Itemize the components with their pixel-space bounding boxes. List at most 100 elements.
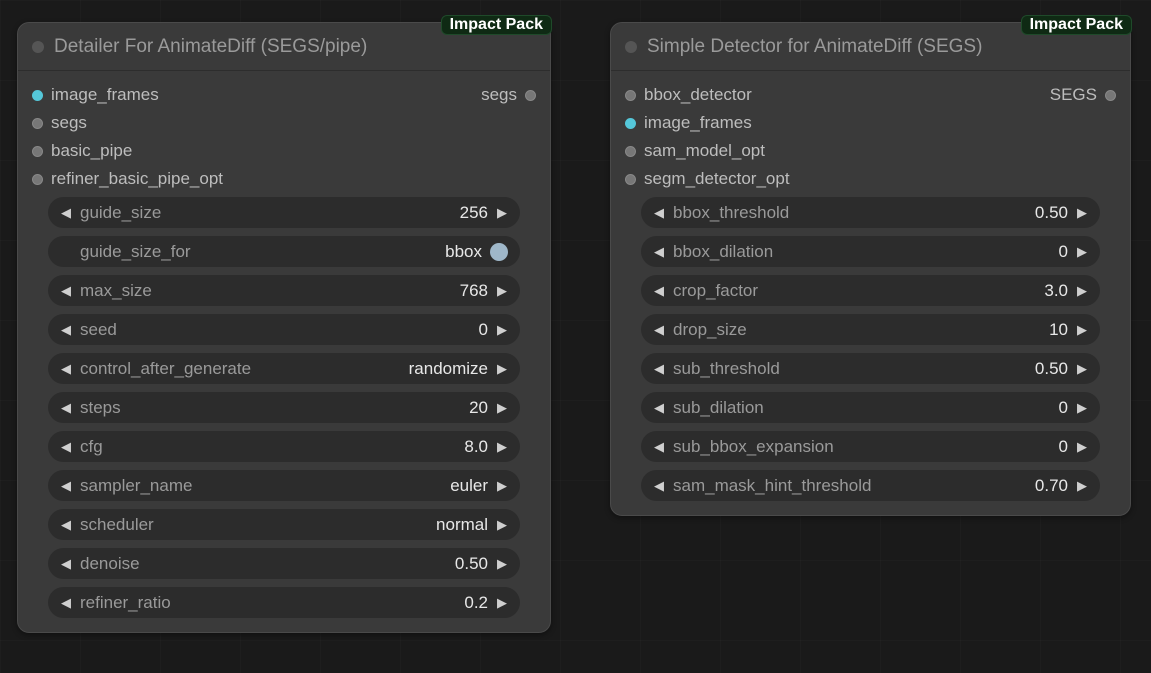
increment-icon[interactable]: ▶ xyxy=(1076,283,1088,299)
input-socket-icon[interactable] xyxy=(32,174,43,185)
input-label: segs xyxy=(51,113,87,133)
widget-value[interactable]: normal xyxy=(436,515,488,535)
widget-crop-factor[interactable]: ◀ crop_factor 3.0 ▶ xyxy=(641,275,1100,306)
input-socket-icon[interactable] xyxy=(32,90,43,101)
decrement-icon[interactable]: ◀ xyxy=(60,595,72,611)
increment-icon[interactable]: ▶ xyxy=(496,517,508,533)
widget-sub-dilation[interactable]: ◀ sub_dilation 0 ▶ xyxy=(641,392,1100,423)
increment-icon[interactable]: ▶ xyxy=(496,283,508,299)
decrement-icon[interactable]: ◀ xyxy=(653,205,665,221)
increment-icon[interactable]: ▶ xyxy=(496,439,508,455)
widget-denoise[interactable]: ◀ denoise 0.50 ▶ xyxy=(48,548,520,579)
widget-value[interactable]: 3.0 xyxy=(1044,281,1068,301)
decrement-icon[interactable]: ◀ xyxy=(60,361,72,377)
widget-max-size[interactable]: ◀ max_size 768 ▶ xyxy=(48,275,520,306)
decrement-icon[interactable]: ◀ xyxy=(60,556,72,572)
widget-value[interactable]: 0.50 xyxy=(455,554,488,574)
widget-value[interactable]: 0.50 xyxy=(1035,359,1068,379)
increment-icon[interactable]: ▶ xyxy=(1076,244,1088,260)
increment-icon[interactable]: ▶ xyxy=(1076,400,1088,416)
widget-scheduler[interactable]: ◀ scheduler normal ▶ xyxy=(48,509,520,540)
input-segm-detector-opt[interactable]: segm_detector_opt xyxy=(621,165,1120,193)
toggle-icon[interactable] xyxy=(490,243,508,261)
input-image-frames[interactable]: image_frames xyxy=(621,109,1120,137)
widget-sub-threshold[interactable]: ◀ sub_threshold 0.50 ▶ xyxy=(641,353,1100,384)
collapse-dot-icon[interactable] xyxy=(32,41,44,53)
widget-value[interactable]: randomize xyxy=(409,359,488,379)
input-socket-icon[interactable] xyxy=(625,90,636,101)
widget-bbox-threshold[interactable]: ◀ bbox_threshold 0.50 ▶ xyxy=(641,197,1100,228)
widget-refiner-ratio[interactable]: ◀ refiner_ratio 0.2 ▶ xyxy=(48,587,520,618)
widget-value[interactable]: 768 xyxy=(460,281,488,301)
widget-value[interactable]: 20 xyxy=(469,398,488,418)
decrement-icon[interactable]: ◀ xyxy=(60,517,72,533)
decrement-icon[interactable]: ◀ xyxy=(60,478,72,494)
widget-guide-size-for[interactable]: ◀ guide_size_for bbox xyxy=(48,236,520,267)
input-sam-model-opt[interactable]: sam_model_opt xyxy=(621,137,1120,165)
decrement-icon[interactable]: ◀ xyxy=(653,283,665,299)
widget-sam-mask-hint-threshold[interactable]: ◀ sam_mask_hint_threshold 0.70 ▶ xyxy=(641,470,1100,501)
widget-bbox-dilation[interactable]: ◀ bbox_dilation 0 ▶ xyxy=(641,236,1100,267)
increment-icon[interactable]: ▶ xyxy=(1076,361,1088,377)
decrement-icon[interactable]: ◀ xyxy=(60,439,72,455)
widget-drop-size[interactable]: ◀ drop_size 10 ▶ xyxy=(641,314,1100,345)
decrement-icon[interactable]: ◀ xyxy=(653,400,665,416)
decrement-icon[interactable]: ◀ xyxy=(60,400,72,416)
output-socket-icon[interactable] xyxy=(1105,90,1116,101)
increment-icon[interactable]: ▶ xyxy=(496,595,508,611)
widget-value[interactable]: 256 xyxy=(460,203,488,223)
widget-value[interactable]: 0.50 xyxy=(1035,203,1068,223)
widget-control-after-generate[interactable]: ◀ control_after_generate randomize ▶ xyxy=(48,353,520,384)
widget-sampler-name[interactable]: ◀ sampler_name euler ▶ xyxy=(48,470,520,501)
decrement-icon[interactable]: ◀ xyxy=(653,244,665,260)
input-socket-icon[interactable] xyxy=(625,174,636,185)
widget-value[interactable]: 0.2 xyxy=(464,593,488,613)
increment-icon[interactable]: ▶ xyxy=(496,361,508,377)
decrement-icon[interactable]: ◀ xyxy=(653,322,665,338)
output-socket-icon[interactable] xyxy=(525,90,536,101)
widget-seed[interactable]: ◀ seed 0 ▶ xyxy=(48,314,520,345)
input-image-frames[interactable]: image_frames segs xyxy=(28,81,540,109)
input-socket-icon[interactable] xyxy=(32,146,43,157)
decrement-icon[interactable]: ◀ xyxy=(60,205,72,221)
decrement-icon[interactable]: ◀ xyxy=(653,478,665,494)
node-title: Simple Detector for AnimateDiff (SEGS) xyxy=(647,36,982,58)
decrement-icon[interactable]: ◀ xyxy=(653,439,665,455)
increment-icon[interactable]: ▶ xyxy=(1076,322,1088,338)
widget-sub-bbox-expansion[interactable]: ◀ sub_bbox_expansion 0 ▶ xyxy=(641,431,1100,462)
input-bbox-detector[interactable]: bbox_detector SEGS xyxy=(621,81,1120,109)
widget-value[interactable]: 0 xyxy=(479,320,488,340)
output-segs[interactable]: SEGS xyxy=(1050,81,1116,109)
decrement-icon[interactable]: ◀ xyxy=(60,283,72,299)
increment-icon[interactable]: ▶ xyxy=(496,478,508,494)
increment-icon[interactable]: ▶ xyxy=(1076,478,1088,494)
input-socket-icon[interactable] xyxy=(625,146,636,157)
widget-cfg[interactable]: ◀ cfg 8.0 ▶ xyxy=(48,431,520,462)
widget-value[interactable]: 0 xyxy=(1059,437,1068,457)
widget-guide-size[interactable]: ◀ guide_size 256 ▶ xyxy=(48,197,520,228)
increment-icon[interactable]: ▶ xyxy=(1076,205,1088,221)
input-socket-icon[interactable] xyxy=(625,118,636,129)
node-simple-detector-animatediff[interactable]: Impact Pack Simple Detector for AnimateD… xyxy=(610,22,1131,516)
output-segs[interactable]: segs xyxy=(481,81,536,109)
decrement-icon[interactable]: ◀ xyxy=(653,361,665,377)
widget-value[interactable]: 0 xyxy=(1059,398,1068,418)
increment-icon[interactable]: ▶ xyxy=(496,400,508,416)
widget-value[interactable]: 10 xyxy=(1049,320,1068,340)
increment-icon[interactable]: ▶ xyxy=(496,556,508,572)
input-refiner-basic-pipe-opt[interactable]: refiner_basic_pipe_opt xyxy=(28,165,540,193)
widget-steps[interactable]: ◀ steps 20 ▶ xyxy=(48,392,520,423)
increment-icon[interactable]: ▶ xyxy=(496,322,508,338)
widget-value[interactable]: euler xyxy=(450,476,488,496)
input-segs[interactable]: segs xyxy=(28,109,540,137)
input-socket-icon[interactable] xyxy=(32,118,43,129)
increment-icon[interactable]: ▶ xyxy=(496,205,508,221)
widget-value[interactable]: 0.70 xyxy=(1035,476,1068,496)
collapse-dot-icon[interactable] xyxy=(625,41,637,53)
widget-value[interactable]: 8.0 xyxy=(464,437,488,457)
decrement-icon[interactable]: ◀ xyxy=(60,322,72,338)
input-basic-pipe[interactable]: basic_pipe xyxy=(28,137,540,165)
widget-value[interactable]: 0 xyxy=(1059,242,1068,262)
increment-icon[interactable]: ▶ xyxy=(1076,439,1088,455)
node-detailer-animatediff[interactable]: Impact Pack Detailer For AnimateDiff (SE… xyxy=(17,22,551,633)
